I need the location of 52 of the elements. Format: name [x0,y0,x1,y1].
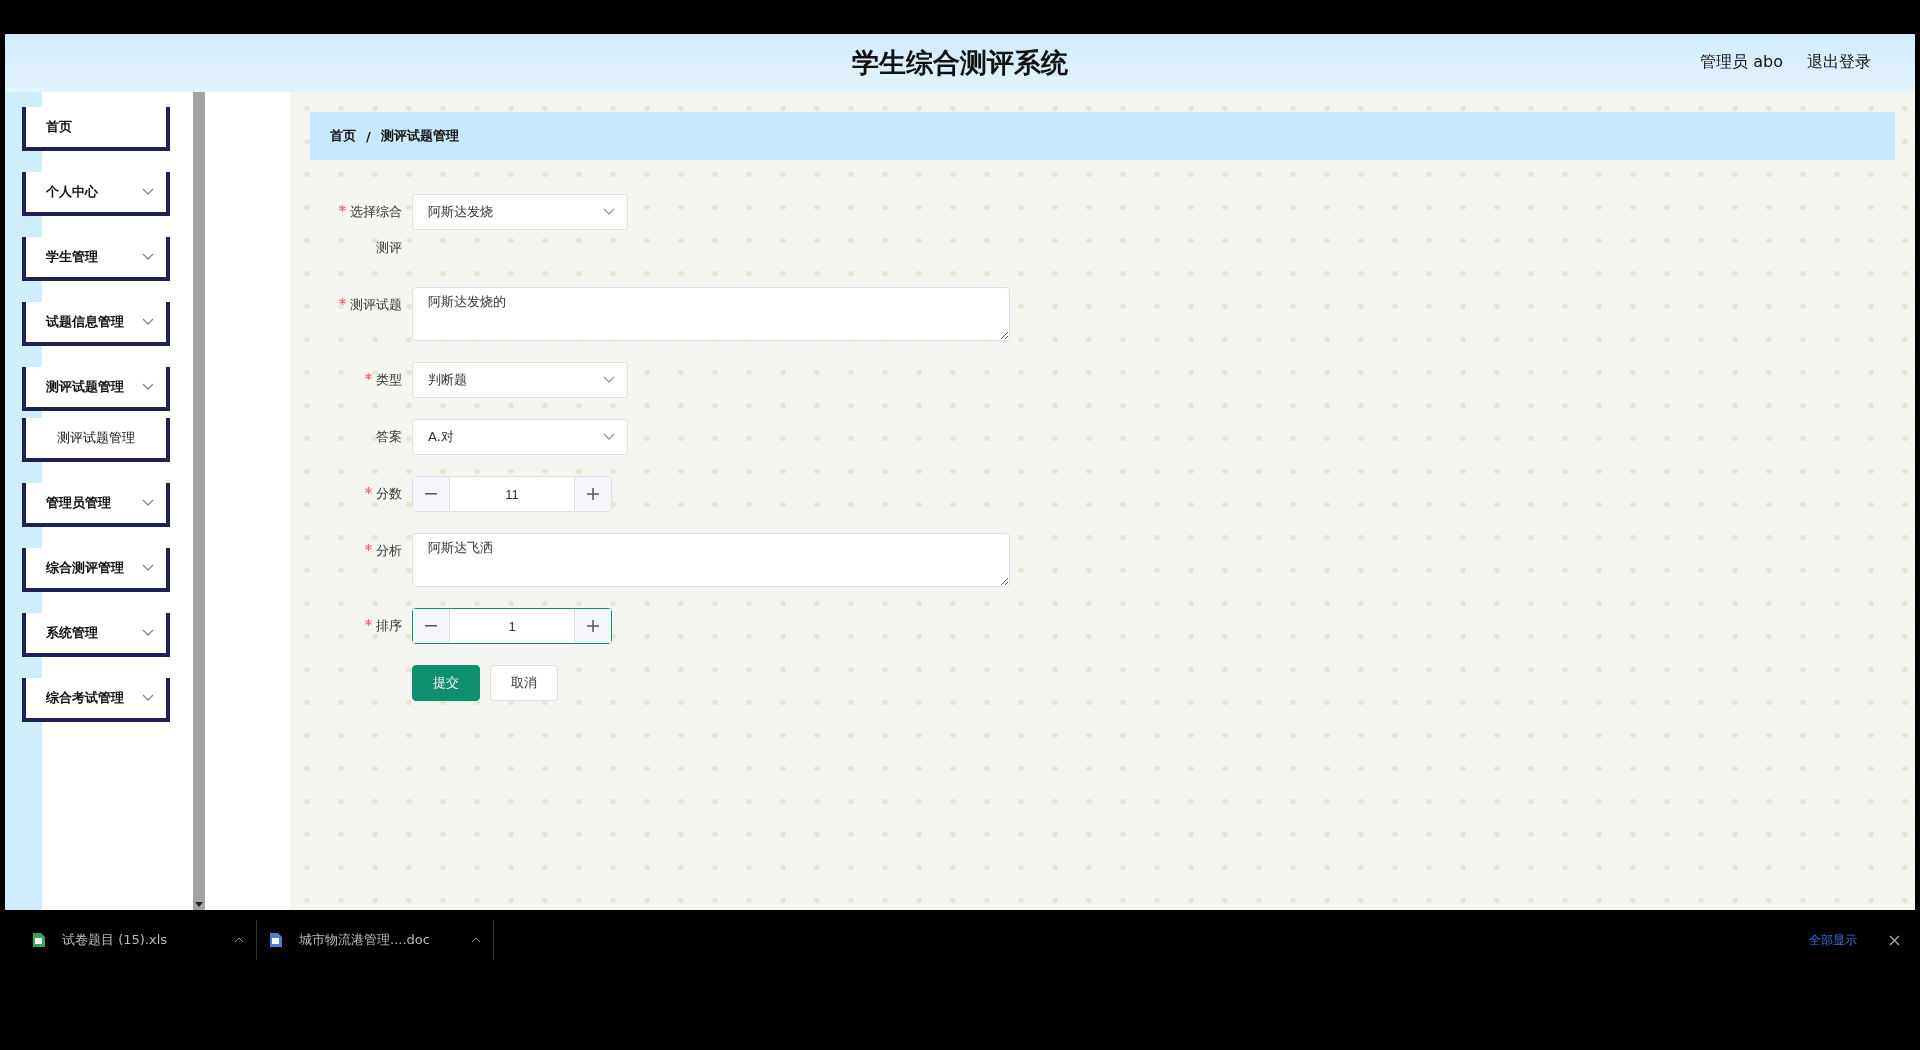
chevron-up-icon[interactable] [234,937,244,943]
sidebar-item[interactable]: 综合测评管理 [22,548,170,592]
field-label: 选择综合测评 [327,194,402,266]
breadcrumb-item: 测评试题管理 [380,127,459,145]
download-item[interactable]: 城市物流港管理....doc [257,920,494,960]
minus-icon [425,625,437,627]
chevron-down-icon [603,433,615,441]
minus-icon [425,493,437,495]
sidebar-subitem[interactable]: 测评试题管理 [22,418,170,462]
scroll-down-icon[interactable] [195,902,203,908]
select-field[interactable]: 判断题 [412,362,628,398]
select-field[interactable]: 阿斯达发烧 [412,194,628,230]
number-input[interactable]: 11 [412,476,612,512]
increment-button[interactable] [574,477,611,511]
show-all-link[interactable]: 全部显示 [1809,931,1857,949]
sidebar-item[interactable]: 学生管理 [22,237,170,281]
textarea-field[interactable]: 阿斯达飞洒 [412,533,1010,587]
spreadsheet-file-icon [32,932,46,948]
chevron-down-icon [603,208,615,216]
sidebar-item[interactable]: 系统管理 [22,613,170,657]
submit-button[interactable]: 提交 [412,665,480,701]
field-label: 答案 [375,428,402,446]
chevron-up-icon[interactable] [471,937,481,943]
download-item[interactable]: 试卷题目 (15).xls [20,920,257,960]
user-name: 管理员 abo [1700,52,1783,73]
sidebar-item[interactable]: 综合考试管理 [22,678,170,722]
sidebar-item[interactable]: 管理员管理 [22,483,170,527]
sidebar-item[interactable]: 个人中心 [22,172,170,216]
number-input[interactable]: 1 [412,608,612,644]
document-file-icon [269,932,283,948]
increment-button[interactable] [574,609,611,643]
plus-icon [587,488,599,500]
breadcrumb-item[interactable]: 首页 [330,127,356,145]
field-label: 类型 [310,362,402,398]
close-icon [1889,934,1900,946]
field-label: 测评试题 [310,287,402,323]
scrollbar[interactable] [193,92,205,910]
field-label: 分数 [310,476,402,512]
textarea-field[interactable]: 阿斯达发烧的 [412,287,1010,341]
field-label: 分析 [310,533,402,569]
select-field[interactable]: A.对 [412,419,628,455]
close-button[interactable] [1889,934,1900,946]
logout-link[interactable]: 退出登录 [1807,52,1871,73]
app-title: 学生综合测评系统 [852,46,1068,80]
sidebar-item[interactable]: 试题信息管理 [22,302,170,346]
cancel-button[interactable]: 取消 [490,665,558,701]
plus-icon [587,620,599,632]
sidebar-item[interactable]: 测评试题管理 [22,367,170,411]
sidebar-item[interactable]: 首页 [22,107,170,151]
field-label: 排序 [310,608,402,644]
breadcrumb-separator: / [366,128,371,144]
chevron-down-icon [603,376,615,384]
